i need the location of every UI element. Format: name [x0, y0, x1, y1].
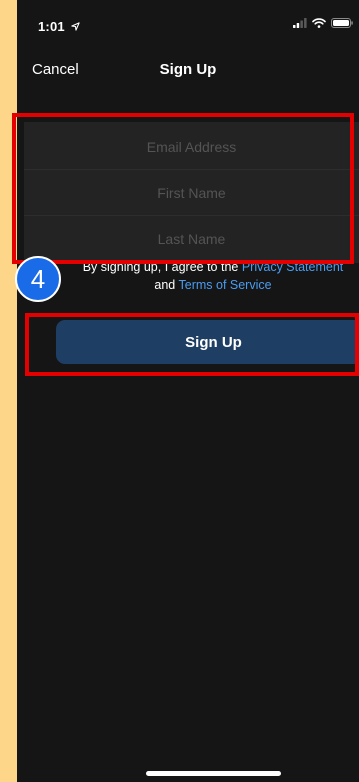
agreement-text: By signing up, I agree to the Privacy St… [79, 258, 347, 294]
battery-icon [331, 18, 353, 28]
location-arrow-icon [71, 22, 80, 31]
status-indicators [293, 18, 353, 28]
status-time: 1:01 [38, 19, 80, 34]
agreement-conjunction: and [154, 278, 179, 292]
wifi-icon [312, 18, 326, 28]
last-name-field[interactable] [24, 216, 359, 262]
email-field[interactable] [24, 124, 359, 170]
last-name-field-container [24, 216, 359, 262]
sign-up-button-label: Sign Up [185, 333, 242, 351]
cellular-signal-icon [293, 18, 307, 28]
signup-form [24, 122, 359, 263]
home-indicator[interactable] [146, 771, 281, 776]
first-name-field-container [24, 170, 359, 216]
email-field-container [24, 124, 359, 170]
privacy-statement-link[interactable]: Privacy Statement [242, 260, 343, 274]
sign-up-button[interactable]: Sign Up [56, 320, 359, 364]
terms-of-service-link[interactable]: Terms of Service [179, 278, 272, 292]
status-time-text: 1:01 [38, 19, 65, 34]
cancel-button[interactable]: Cancel [32, 61, 79, 78]
agreement-prefix: By signing up, I agree to the [82, 260, 242, 274]
phone-screen: 1:01 Sign Up Cancel Email Address First … [17, 0, 359, 782]
first-name-field[interactable] [24, 170, 359, 216]
step-number-badge: 4 [15, 256, 61, 302]
